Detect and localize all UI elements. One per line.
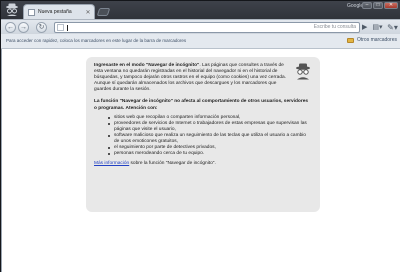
reload-button[interactable]: ↻ xyxy=(36,22,47,33)
new-tab-button[interactable] xyxy=(96,8,111,16)
title-bar: Nueva pestaña ✕ Google – □ ✕ xyxy=(1,1,400,19)
warning-list: sitios web que recopilan o comparten inf… xyxy=(94,115,312,157)
intro-paragraph: Ingresaste en el modo "Navegar de incógn… xyxy=(94,63,292,93)
text-caret xyxy=(67,25,68,31)
more-info-paragraph: Más información sobre la función "Navega… xyxy=(94,161,312,167)
bookmarks-hint: Para acceder con rapidez, coloca los mar… xyxy=(6,38,187,43)
other-bookmarks-button[interactable]: Otros marcadores xyxy=(346,37,397,43)
toolbar: ← → ↻ Escribe tu consulta ▶ ▤▾ ✎▾ xyxy=(1,19,400,34)
minimize-button[interactable]: – xyxy=(362,2,372,9)
bookmarks-bar: Para acceder con rapidez, coloca los mar… xyxy=(1,34,400,49)
address-bar[interactable]: Escribe tu consulta xyxy=(54,22,360,33)
more-info-text: sobre la función "Navegar de incógnito". xyxy=(129,160,216,166)
page-icon xyxy=(28,8,35,16)
browser-window: Nueva pestaña ✕ Google – □ ✕ ← → ↻ Escri… xyxy=(0,0,400,272)
incognito-icon xyxy=(6,3,18,16)
spy-icon xyxy=(296,63,310,80)
close-window-button[interactable]: ✕ xyxy=(384,2,398,9)
other-bookmarks-label: Otros marcadores xyxy=(356,37,397,43)
wrench-menu-button[interactable]: ✎▾ xyxy=(386,22,399,33)
search-hint: Escribe tu consulta xyxy=(313,24,356,30)
incognito-info-panel: Ingresaste en el modo "Navegar de incógn… xyxy=(86,57,320,212)
window-controls: – □ ✕ xyxy=(362,2,398,9)
page-content: Ingresaste en el modo "Navegar de incógn… xyxy=(1,49,400,272)
forward-button[interactable]: → xyxy=(18,22,29,33)
warning-paragraph: La función "Navegar de incógnito" no afe… xyxy=(94,99,309,111)
go-button[interactable]: ▶ xyxy=(362,23,370,32)
tab-label: Nueva pestaña xyxy=(38,9,72,15)
page-menu-button[interactable]: ▤▾ xyxy=(371,22,384,33)
list-item: proveedores de servicios de Internet o t… xyxy=(108,121,312,133)
list-item: personas merodeando cerca de tu equipo. xyxy=(108,151,312,157)
google-label: Google xyxy=(347,3,364,9)
tab-new-tab[interactable]: Nueva pestaña ✕ xyxy=(23,4,95,19)
more-info-link[interactable]: Más información xyxy=(94,161,129,166)
close-tab-icon[interactable]: ✕ xyxy=(84,9,92,16)
folder-icon xyxy=(346,37,354,43)
list-item: software malicioso que realiza un seguim… xyxy=(108,133,312,145)
page-icon xyxy=(57,24,64,31)
back-button[interactable]: ← xyxy=(5,22,16,33)
intro-bold: Ingresaste en el modo "Navegar de incógn… xyxy=(94,63,200,68)
maximize-button[interactable]: □ xyxy=(373,2,383,9)
